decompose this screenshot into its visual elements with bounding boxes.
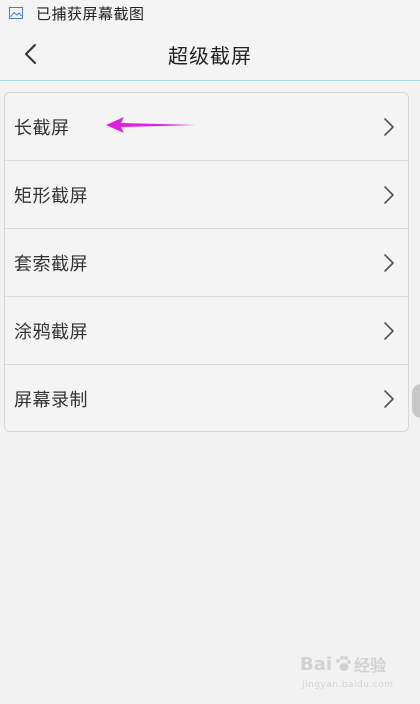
- menu-item-rectangle-screenshot[interactable]: 矩形截屏: [5, 161, 408, 229]
- chevron-right-icon: [382, 185, 396, 205]
- menu-item-screen-recording[interactable]: 屏幕录制: [5, 365, 408, 431]
- menu-item-label: 屏幕录制: [14, 390, 88, 411]
- menu-item-label: 涂鸦截屏: [14, 321, 88, 343]
- menu-item-label: 矩形截屏: [14, 185, 88, 207]
- menu-item-long-screenshot[interactable]: 长截屏: [5, 93, 408, 161]
- menu-list: 长截屏 矩形截屏 套索截屏 涂鸦截屏 屏幕录制: [4, 92, 409, 432]
- menu-item-doodle-screenshot[interactable]: 涂鸦截屏: [5, 297, 408, 365]
- menu-item-lasso-screenshot[interactable]: 套索截屏: [5, 229, 408, 297]
- watermark-brand-suffix: 经验: [354, 656, 387, 675]
- scroll-handle[interactable]: [412, 384, 420, 418]
- paw-icon: [334, 655, 352, 673]
- watermark-url: jingyan.baidu.com: [302, 680, 394, 690]
- screenshot-image-icon: [9, 7, 23, 19]
- chevron-right-icon: [382, 253, 396, 273]
- menu-item-label: 套索截屏: [14, 253, 88, 275]
- pointer-arrow-icon: [104, 115, 198, 135]
- baidu-watermark: Bai 经验 jingyan.baidu.com: [300, 652, 415, 696]
- notification-bar: 已捕获屏幕截图: [0, 0, 420, 26]
- page-title: 超级截屏: [168, 44, 252, 68]
- app-header: 超级截屏: [0, 26, 420, 81]
- watermark-brand: Bai: [300, 653, 333, 675]
- chevron-right-icon: [382, 321, 396, 341]
- menu-item-label: 长截屏: [14, 117, 70, 139]
- chevron-right-icon: [382, 389, 396, 409]
- chevron-right-icon: [382, 117, 396, 137]
- notification-text: 已捕获屏幕截图: [36, 4, 145, 23]
- watermark-logo: Bai 经验: [300, 652, 386, 676]
